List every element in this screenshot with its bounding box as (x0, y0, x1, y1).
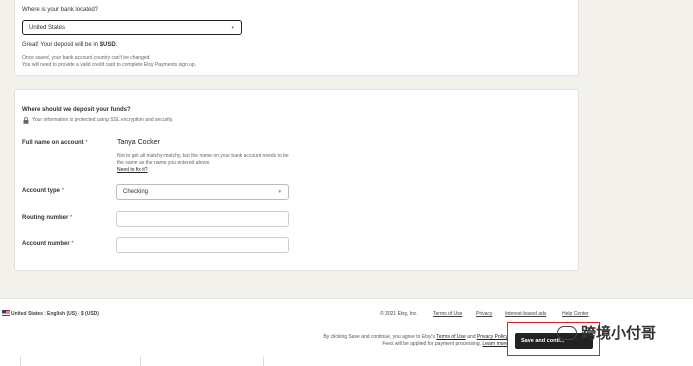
account-number-label: Account number * (22, 241, 74, 247)
fix-name-link[interactable]: Need to fix it? (117, 167, 148, 174)
deposit-currency-suffix: . (115, 42, 118, 48)
us-flag-icon (2, 310, 10, 316)
language-setting: English (US) (47, 311, 77, 317)
deposit-currency-note: Great! Your deposit will be in $USD. (22, 42, 117, 48)
account-type-label: Account type * (22, 188, 64, 194)
separator: | (44, 311, 46, 317)
ssl-security-note: Your information is protected using SSL … (32, 117, 174, 123)
divider (140, 356, 141, 366)
account-number-input[interactable] (116, 237, 289, 253)
bank-country-select[interactable]: United States ▾ (22, 20, 242, 35)
account-type-label-text: Account type (22, 188, 61, 194)
learn-more-link[interactable]: Learn more (482, 341, 508, 347)
consent-terms-link[interactable]: Terms of Use (436, 334, 465, 340)
consent-text: By clicking Save and continue, you agree… (323, 334, 508, 348)
bank-country-value: United States (29, 24, 66, 31)
name-match-hint: Not to get all matchy-matchy, but the na… (117, 153, 289, 166)
region-setting: United States (11, 311, 43, 317)
consent-privacy-link[interactable]: Privacy Policy (477, 334, 508, 340)
bank-location-question: Where is your bank located? (22, 7, 99, 13)
routing-number-label-text: Routing number (22, 215, 69, 221)
required-mark: * (85, 140, 88, 146)
full-name-label: Full name on account * (22, 140, 88, 146)
required-mark: * (70, 215, 73, 221)
deposit-currency-value: $USD (99, 42, 116, 48)
account-type-value: Checking (123, 189, 149, 195)
footer-link-interest-ads[interactable]: Interest-based ads (505, 311, 546, 317)
consent-and: and (465, 334, 477, 340)
full-name-label-text: Full name on account (22, 140, 84, 146)
fees-note: Fees will be applied for payment process… (382, 341, 482, 347)
required-mark: * (61, 188, 65, 194)
wechat-icon (557, 325, 577, 340)
routing-number-input[interactable] (116, 211, 289, 227)
account-type-select[interactable]: Checking ▾ (116, 184, 289, 200)
routing-number-label: Routing number * (22, 215, 72, 221)
currency-setting: $ (USD) (80, 311, 99, 317)
footer-link-terms[interactable]: Terms of Use (433, 311, 462, 317)
credit-card-requirement: You will need to provide a valid credit … (22, 62, 197, 68)
watermark: 跨境小付哥 (557, 322, 656, 343)
account-number-label-text: Account number (22, 241, 70, 247)
divider (263, 356, 264, 366)
deposit-currency-prefix: Great! Your deposit will be in (22, 42, 100, 48)
lock-icon (23, 117, 29, 124)
deposit-heading: Where should we deposit your funds? (22, 107, 131, 113)
separator: | (78, 311, 80, 317)
locale-settings[interactable]: United States | English (US) | $ (USD) (11, 311, 99, 317)
copyright: © 2021 Etsy, Inc. (380, 311, 418, 317)
full-name-value: Tanya Cocker (117, 139, 160, 146)
divider (20, 356, 21, 366)
required-mark: * (71, 241, 74, 247)
watermark-text: 跨境小付哥 (581, 325, 657, 342)
consent-prefix: By clicking Save and continue, you agree… (323, 334, 437, 340)
chevron-down-icon: ▾ (278, 189, 281, 195)
footer-link-help[interactable]: Help Center (562, 311, 589, 317)
chevron-down-icon: ▾ (231, 24, 234, 31)
footer-link-privacy[interactable]: Privacy (476, 311, 492, 317)
bank-country-warning: Once saved, your bank account country ca… (22, 55, 151, 61)
